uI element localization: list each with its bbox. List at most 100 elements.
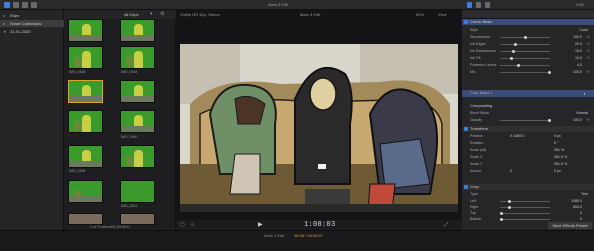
param-y-value[interactable]: 261.0 % xyxy=(554,161,567,168)
param-slider[interactable] xyxy=(500,50,550,53)
param-slider[interactable] xyxy=(500,206,550,209)
slider-knob[interactable] xyxy=(514,43,517,46)
slider-knob[interactable] xyxy=(508,206,511,209)
param-y-value[interactable]: 0 px xyxy=(554,133,561,140)
param-slider[interactable] xyxy=(500,57,550,60)
clip-thumbnail[interactable] xyxy=(68,180,103,203)
param-y-value[interactable]: 261.0 % xyxy=(554,154,567,161)
crop-type-row[interactable]: Type Trim xyxy=(462,191,594,198)
param-x-value[interactable]: 0 xyxy=(510,168,512,175)
clip-thumbnail[interactable] xyxy=(68,19,103,42)
timecode-display[interactable]: 1:08:03 xyxy=(304,221,336,229)
transform-enable-checkbox[interactable] xyxy=(464,127,468,131)
param-row[interactable]: Posterize Levels 4.0 xyxy=(462,62,594,69)
slider-knob[interactable] xyxy=(500,212,503,215)
param-slider[interactable] xyxy=(500,212,550,215)
zoom-menu[interactable]: 80% xyxy=(416,12,424,17)
video-frame[interactable] xyxy=(180,44,458,212)
param-value[interactable]: 10.0 xyxy=(575,55,582,62)
save-effects-preset-button[interactable]: Save Effects Preset xyxy=(548,222,592,229)
effect-title[interactable]: Comic Basic xyxy=(462,19,594,25)
transform-row[interactable]: Rotation 0 ° xyxy=(462,140,594,147)
clip-thumbnail[interactable] xyxy=(68,213,103,225)
transform-row[interactable]: Anchor 0 0 px xyxy=(462,168,594,175)
inspector-toggle-icon[interactable] xyxy=(467,2,472,8)
blend-mode-row[interactable]: Blend Mode Normal xyxy=(462,110,594,117)
chevron-down-icon[interactable]: ▾ xyxy=(150,11,153,17)
keyword-icon[interactable] xyxy=(13,2,19,8)
clip-thumbnail[interactable] xyxy=(120,145,155,168)
slider-knob[interactable] xyxy=(510,57,513,60)
play-icon[interactable]: ▶ xyxy=(258,221,263,228)
slider-knob[interactable] xyxy=(512,50,515,53)
param-y-value[interactable]: 0 px xyxy=(554,168,561,175)
slider-knob[interactable] xyxy=(508,200,511,203)
opacity-row[interactable]: Opacity 100.0 % xyxy=(462,117,594,124)
param-row[interactable]: Mix 100.0% xyxy=(462,69,594,76)
transform-icon[interactable]: ⊹ xyxy=(190,222,194,228)
blend-mode-select[interactable]: Normal xyxy=(576,110,588,117)
crop-title[interactable]: Crop xyxy=(462,184,594,190)
slider-knob[interactable] xyxy=(548,119,551,122)
view-menu[interactable]: View xyxy=(438,12,447,17)
param-slider[interactable] xyxy=(500,43,550,46)
transform-row[interactable]: Scale X 261.0 % xyxy=(462,154,594,161)
view-options-icon[interactable]: ▢ xyxy=(180,222,185,228)
slider-knob[interactable] xyxy=(517,64,520,67)
settings-icon[interactable]: ⚙ xyxy=(160,11,164,17)
param-y-value[interactable]: 261 % xyxy=(554,147,564,154)
param-value[interactable]: 20.0 xyxy=(575,41,582,48)
slider-knob[interactable] xyxy=(524,36,527,39)
effect-enable-checkbox[interactable] xyxy=(464,20,468,24)
clip-thumbnail[interactable] xyxy=(68,110,103,133)
clip-thumbnail[interactable] xyxy=(120,46,155,69)
transform-title[interactable]: Transform xyxy=(462,126,594,132)
transform-row[interactable]: Position X 1089.0 0 px xyxy=(462,133,594,140)
param-row[interactable]: Ink Fill 10.0% xyxy=(462,55,594,62)
param-y-value[interactable]: 0 ° xyxy=(554,140,558,147)
crop-enable-checkbox[interactable] xyxy=(464,185,468,189)
opacity-slider[interactable] xyxy=(500,119,551,122)
fullscreen-icon[interactable]: ⤢ xyxy=(444,222,448,228)
clip-thumbnail[interactable] xyxy=(120,213,155,225)
clip-thumbnail[interactable] xyxy=(120,80,155,103)
color-board-icon[interactable]: ◐ xyxy=(584,90,586,97)
param-slider[interactable] xyxy=(500,218,550,221)
clip-thumbnail[interactable] xyxy=(68,145,103,168)
param-value[interactable]: 100.0 xyxy=(573,34,582,41)
video-inspector-icon[interactable] xyxy=(476,2,481,8)
clip-thumbnail[interactable] xyxy=(120,110,155,133)
share-icon[interactable] xyxy=(22,2,28,8)
slider-knob[interactable] xyxy=(548,71,551,74)
library-item[interactable]: ▸ Edyn xyxy=(0,12,64,19)
transform-row[interactable]: Scale Y 261.0 % xyxy=(462,161,594,168)
sidebar-item-smart-collections[interactable]: ▸ Smart Collections xyxy=(0,20,64,27)
param-value[interactable]: 4.0 xyxy=(577,62,582,69)
import-icon[interactable] xyxy=(4,2,10,8)
clip-thumbnail[interactable] xyxy=(68,46,103,69)
slider-knob[interactable] xyxy=(500,218,503,221)
param-x-value[interactable]: X 1089.0 xyxy=(510,133,524,140)
param-slider[interactable] xyxy=(500,36,550,39)
transform-row[interactable]: Scale (All) 261 % xyxy=(462,147,594,154)
clip-filter[interactable]: All Clips xyxy=(124,12,138,17)
style-select[interactable]: Color xyxy=(579,27,588,34)
color-inspector-icon[interactable] xyxy=(485,2,490,8)
clip-thumbnail[interactable] xyxy=(120,180,155,203)
param-row[interactable]: Ink Smoothness 15.0% xyxy=(462,48,594,55)
opacity-value[interactable]: 100.0 xyxy=(573,117,582,124)
param-style[interactable]: Style Color xyxy=(462,27,594,34)
param-value[interactable]: 100.0 xyxy=(573,69,582,76)
color-board-row[interactable]: Color Board 1 ◐ xyxy=(462,90,594,97)
sidebar-item-event[interactable]: ★ 21-01-2020 xyxy=(0,28,64,35)
param-row[interactable]: Smoothness 100.0% xyxy=(462,34,594,41)
param-slider[interactable] xyxy=(500,71,551,74)
clip-thumbnail[interactable] xyxy=(68,80,103,103)
check-icon[interactable] xyxy=(31,2,37,8)
param-value[interactable]: 15.0 xyxy=(575,48,582,55)
param-slider[interactable] xyxy=(500,200,550,203)
crop-type-select[interactable]: Trim xyxy=(581,191,588,198)
clip-thumbnail[interactable] xyxy=(120,19,155,42)
param-slider[interactable] xyxy=(500,64,550,67)
param-row[interactable]: Ink Edges 20.0% xyxy=(462,41,594,48)
